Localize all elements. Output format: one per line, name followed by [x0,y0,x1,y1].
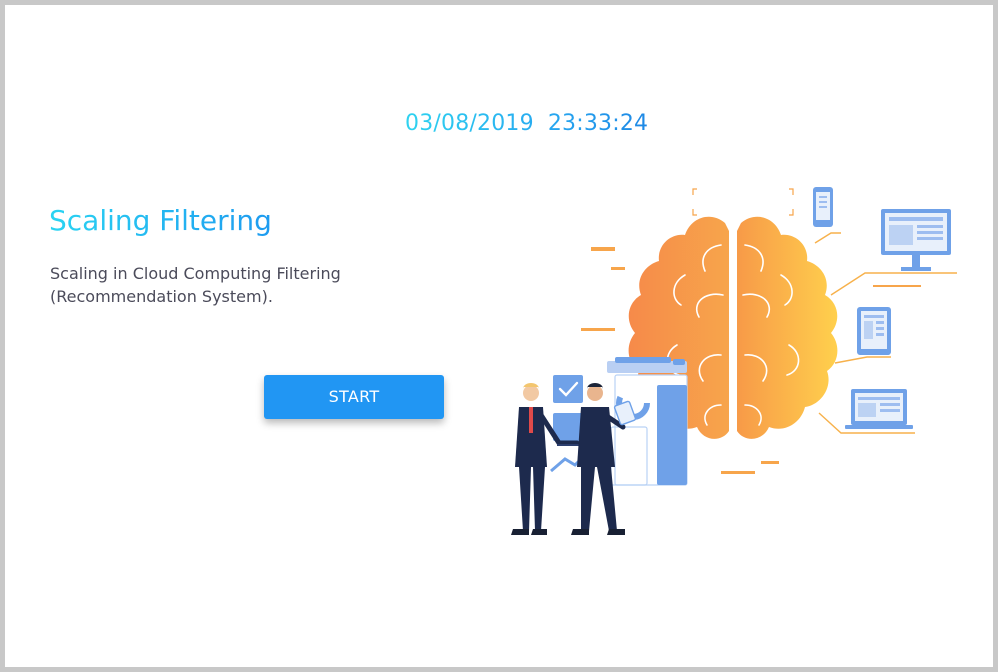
bracket-marks [692,188,794,216]
device-phone [813,187,833,227]
device-tablet [857,307,891,355]
datetime-display: 03/08/2019 23:33:24 [405,111,648,136]
date-text: 03/08/2019 [405,111,534,136]
man-with-laptop [511,383,590,535]
device-monitor [881,209,951,271]
device-laptop [845,389,913,429]
page-title: Scaling Filtering [49,204,272,237]
ai-brain-illustration-icon [511,187,957,535]
page-description: Scaling in Cloud Computing Filtering (Re… [50,264,341,306]
app-window: 03/08/2019 23:33:24 Scaling Filtering Sca… [0,0,998,672]
start-button[interactable]: START [264,375,444,419]
time-text: 23:33:24 [547,111,649,136]
